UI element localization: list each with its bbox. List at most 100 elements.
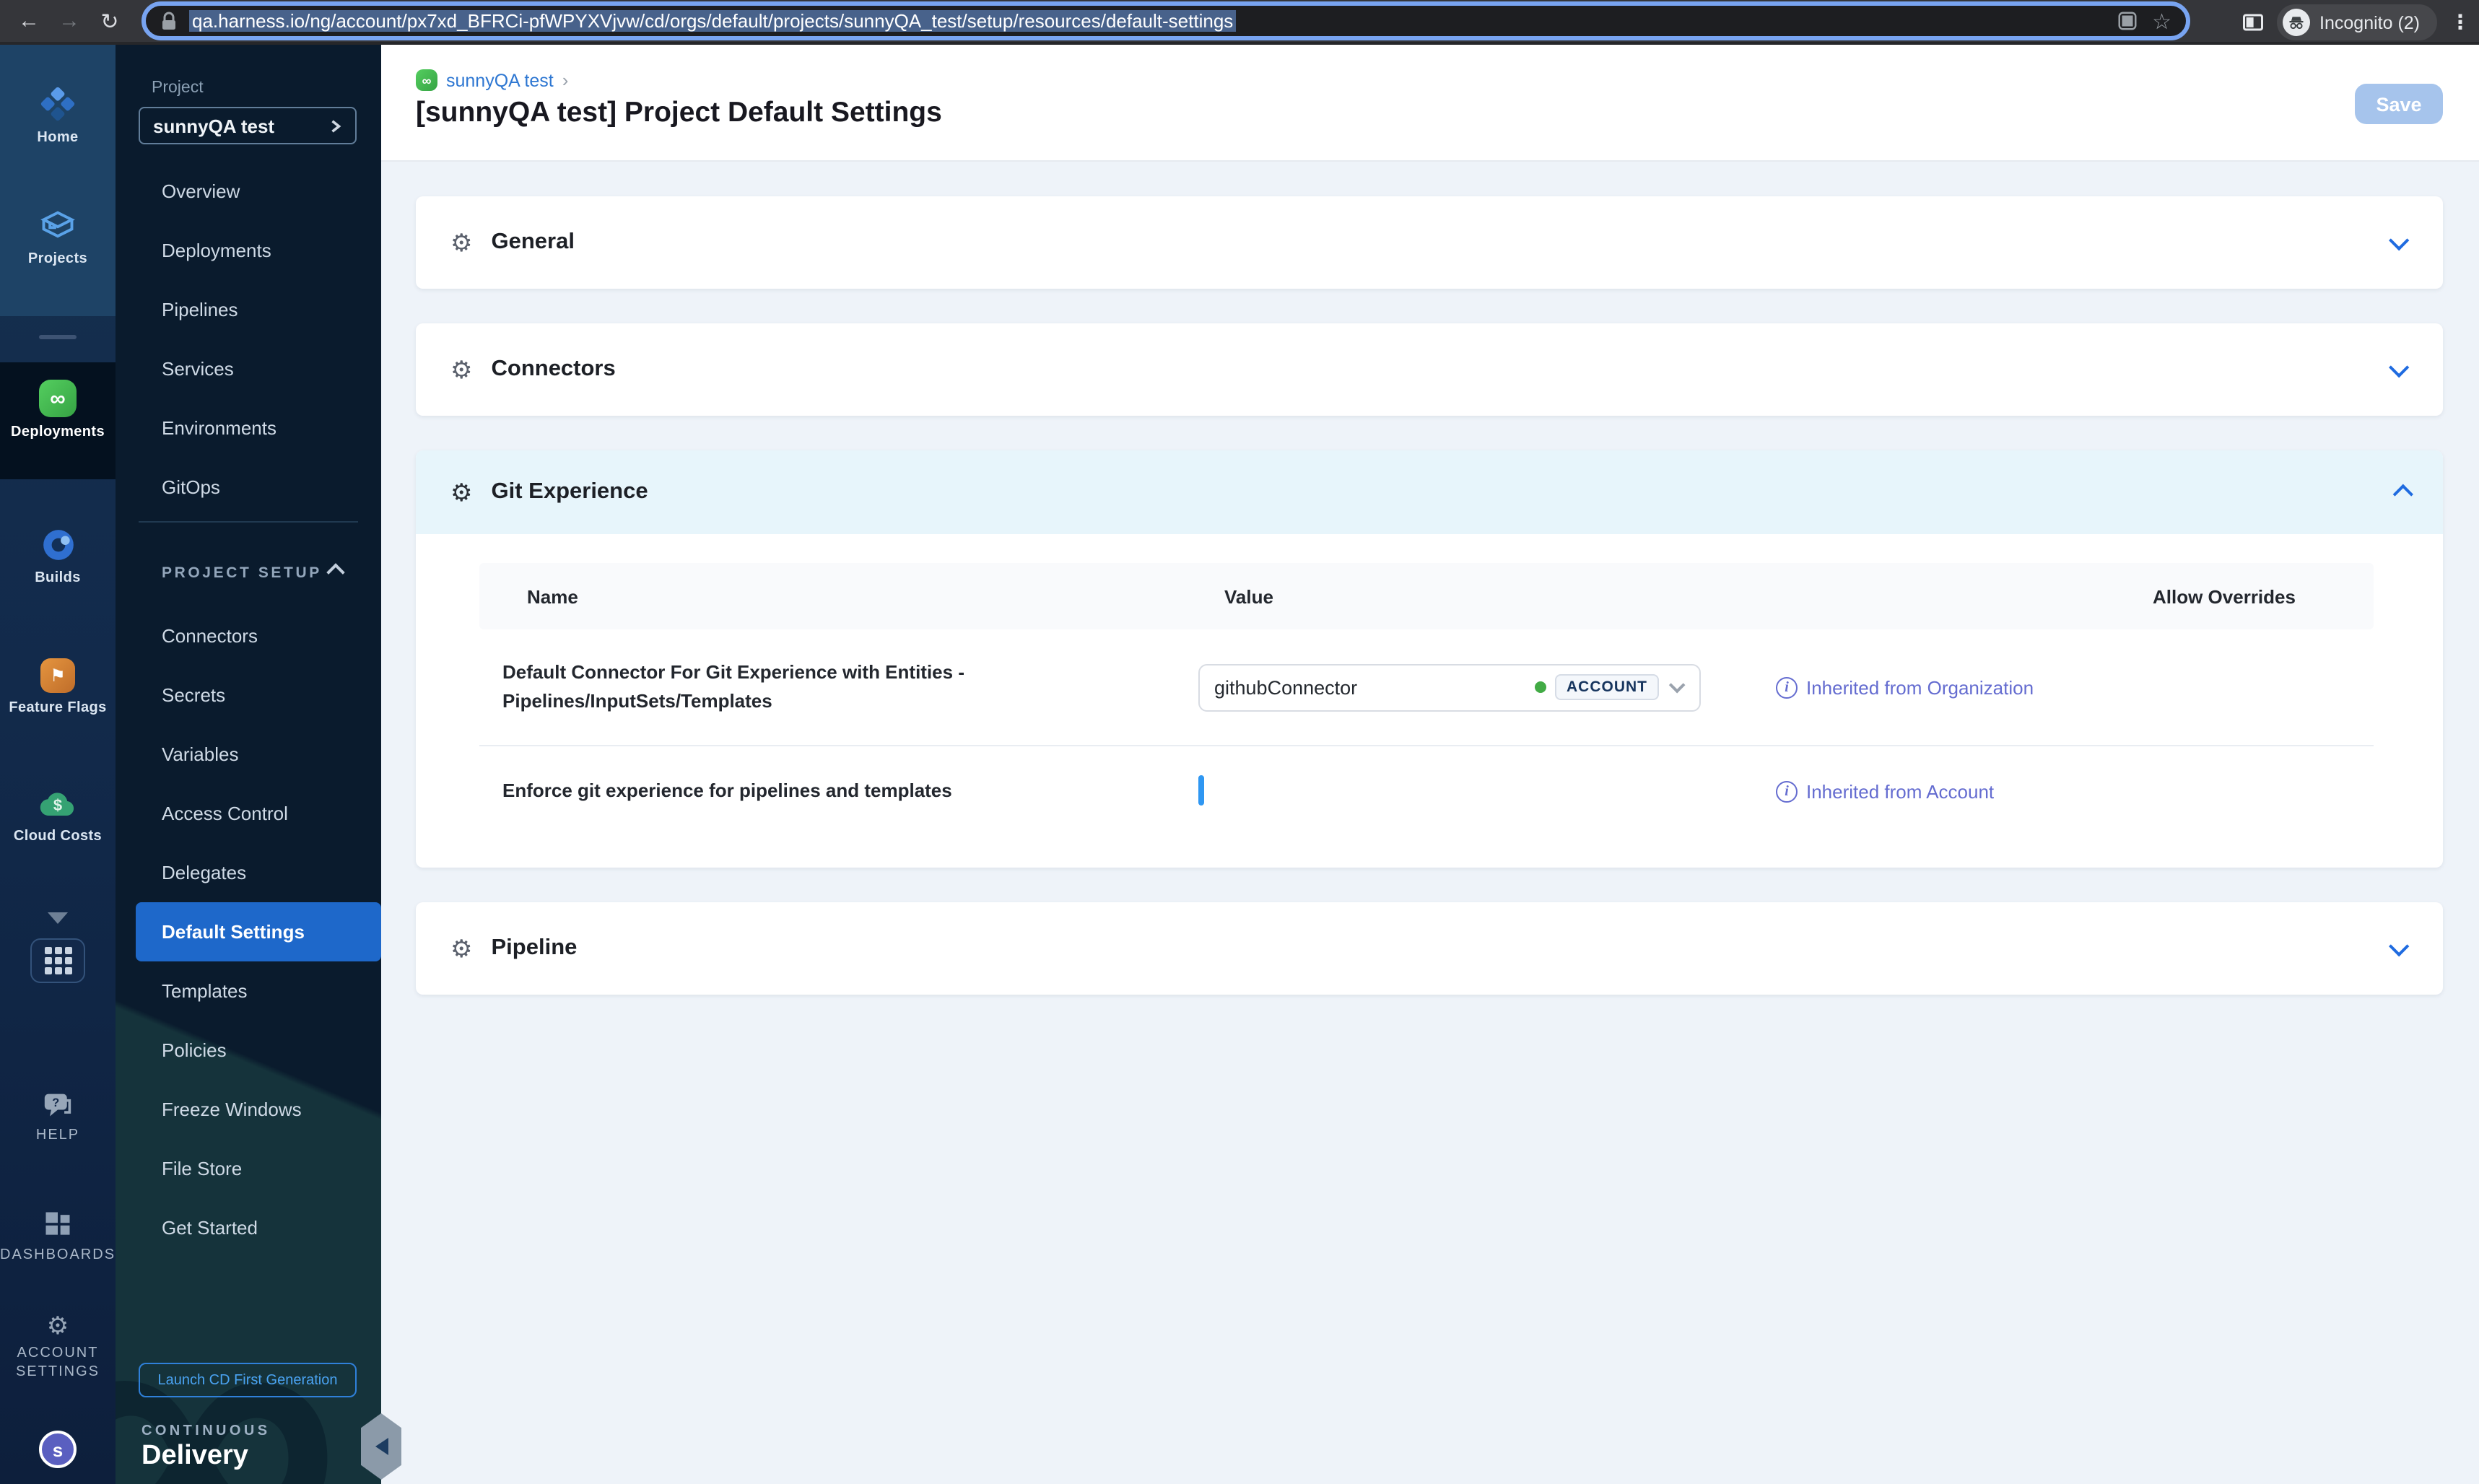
table-header-row: Name Value Allow Overrides bbox=[479, 563, 2374, 629]
sidebar-item-environments[interactable]: Environments bbox=[116, 398, 381, 458]
section-pipeline: ⚙ Pipeline bbox=[416, 902, 2443, 995]
settings-content: ⚙ General ⚙ Connectors ⚙ Git Experience … bbox=[381, 162, 2479, 1484]
rail-collapse-chevron-icon[interactable] bbox=[48, 912, 68, 924]
sidebar-item-pipelines[interactable]: Pipelines bbox=[116, 280, 381, 339]
rail-item-deployments[interactable]: ∞ Deployments bbox=[0, 380, 116, 442]
section-connectors: ⚙ Connectors bbox=[416, 323, 2443, 416]
rail-item-home[interactable]: Home bbox=[0, 85, 116, 148]
rail-item-projects[interactable]: Projects bbox=[0, 206, 116, 269]
home-icon bbox=[39, 85, 77, 123]
sidebar-item-access-control[interactable]: Access Control bbox=[116, 784, 381, 843]
breadcrumb-project-link[interactable]: sunnyQA test bbox=[446, 70, 554, 90]
screen: ← → ↻ qa.harness.io/ng/account/px7xd_BFR… bbox=[0, 0, 2479, 1484]
rail-item-dashboards[interactable]: DASHBOARDS bbox=[0, 1208, 116, 1265]
inherited-link[interactable]: i Inherited from Organization bbox=[1776, 676, 2374, 698]
feature-flags-icon: ⚑ bbox=[40, 658, 75, 693]
module-name: Delivery bbox=[141, 1441, 248, 1471]
sidebar-item-variables[interactable]: Variables bbox=[116, 725, 381, 784]
incognito-icon bbox=[2282, 9, 2310, 36]
module-rail: Home Projects ∞ Deployments Builds ⚑ Fea… bbox=[0, 45, 116, 1484]
info-icon: i bbox=[1776, 676, 1798, 698]
module-picker-button[interactable] bbox=[30, 938, 85, 983]
enforce-git-checkbox[interactable] bbox=[1198, 775, 1204, 806]
column-header-value: Value bbox=[1224, 585, 1273, 607]
column-header-allow-overrides: Allow Overrides bbox=[2153, 585, 2296, 607]
connector-select[interactable]: githubConnector ACCOUNT bbox=[1198, 663, 1701, 711]
section-git-experience-header[interactable]: ⚙ Git Experience bbox=[416, 450, 2443, 534]
sidebar-item-delegates[interactable]: Delegates bbox=[116, 843, 381, 902]
chevron-down-icon[interactable] bbox=[2389, 230, 2410, 251]
chevron-up-icon[interactable] bbox=[2392, 484, 2413, 505]
url-text: qa.harness.io/ng/account/px7xd_BFRCi-pfW… bbox=[189, 10, 2101, 32]
rail-item-help[interactable]: ? HELP bbox=[0, 1091, 116, 1145]
sidebar-item-connectors[interactable]: Connectors bbox=[116, 606, 381, 665]
svg-text:?: ? bbox=[52, 1096, 59, 1109]
browser-forward-button[interactable]: → bbox=[49, 9, 90, 33]
cloud-costs-icon: $ bbox=[38, 787, 78, 821]
save-button[interactable]: Save bbox=[2355, 84, 2443, 124]
section-general: ⚙ General bbox=[416, 196, 2443, 289]
gear-icon: ⚙ bbox=[450, 356, 473, 383]
gear-code-icon: ⚙ bbox=[450, 479, 473, 506]
column-header-name: Name bbox=[527, 585, 578, 607]
sidebar-nav: Overview Deployments Pipelines Services … bbox=[116, 162, 381, 517]
project-setup-header[interactable]: PROJECT SETUP bbox=[116, 553, 381, 593]
sidebar-item-gitops[interactable]: GitOps bbox=[116, 458, 381, 517]
section-general-header[interactable]: ⚙ General bbox=[416, 196, 2443, 289]
browser-toolbar: ← → ↻ qa.harness.io/ng/account/px7xd_BFR… bbox=[0, 0, 2479, 45]
rail-item-feature-flags[interactable]: ⚑ Feature Flags bbox=[0, 658, 116, 718]
sidebar-item-get-started[interactable]: Get Started bbox=[116, 1198, 381, 1257]
gear-icon: ⚙ bbox=[450, 229, 473, 256]
rail-item-account-settings[interactable]: ⚙ ACCOUNT SETTINGS bbox=[0, 1314, 116, 1382]
sidebar-item-secrets[interactable]: Secrets bbox=[116, 665, 381, 725]
inherited-link[interactable]: i Inherited from Account bbox=[1776, 780, 2374, 802]
sidebar-item-freeze-windows[interactable]: Freeze Windows bbox=[116, 1080, 381, 1139]
project-setup-list: Connectors Secrets Variables Access Cont… bbox=[116, 606, 381, 1257]
browser-menu-icon[interactable]: ⋮ bbox=[2450, 10, 2470, 35]
chevron-up-icon bbox=[326, 563, 345, 582]
dashboards-icon bbox=[42, 1208, 74, 1240]
incognito-badge[interactable]: Incognito (2) bbox=[2276, 4, 2437, 40]
sidebar-item-services[interactable]: Services bbox=[116, 339, 381, 398]
bookmark-star-icon[interactable]: ☆ bbox=[2152, 8, 2171, 34]
git-experience-body: Name Value Allow Overrides Default Conne… bbox=[416, 534, 2443, 868]
setting-name: Enforce git experience for pipelines and… bbox=[502, 779, 952, 801]
lock-icon bbox=[160, 11, 178, 31]
sidebar-item-templates[interactable]: Templates bbox=[116, 961, 381, 1021]
sidebar-divider bbox=[139, 521, 358, 523]
chevron-right-icon bbox=[331, 119, 341, 132]
module-kicker: CONTINUOUS bbox=[141, 1423, 271, 1439]
project-sidebar: ∞ Project sunnyQA test Overview Deployme… bbox=[116, 45, 401, 1484]
table-row: Default Connector For Git Experience wit… bbox=[479, 629, 2374, 745]
tab-groups-icon[interactable] bbox=[2116, 10, 2138, 32]
rail-divider bbox=[39, 335, 77, 339]
info-icon: i bbox=[1776, 780, 1798, 802]
chevron-down-icon[interactable] bbox=[2389, 357, 2410, 378]
incognito-label: Incognito (2) bbox=[2319, 12, 2420, 32]
browser-reload-button[interactable]: ↻ bbox=[90, 8, 130, 34]
address-bar[interactable]: qa.harness.io/ng/account/px7xd_BFRCi-pfW… bbox=[141, 1, 2190, 40]
project-selector[interactable]: sunnyQA test bbox=[139, 107, 357, 144]
chevron-right-icon: › bbox=[562, 69, 569, 91]
rail-item-cloud-costs[interactable]: $ Cloud Costs bbox=[0, 787, 116, 847]
split-screen-icon[interactable] bbox=[2241, 12, 2263, 33]
user-avatar[interactable]: s bbox=[39, 1431, 77, 1468]
main-content: ∞ sunnyQA test › [sunnyQA test] Project … bbox=[381, 45, 2479, 1484]
cd-module-icon: ∞ bbox=[416, 69, 437, 91]
page-title: [sunnyQA test] Project Default Settings bbox=[416, 97, 942, 128]
scope-badge: ACCOUNT bbox=[1555, 674, 1659, 700]
sidebar-item-overview[interactable]: Overview bbox=[116, 162, 381, 221]
sidebar-item-policies[interactable]: Policies bbox=[116, 1021, 381, 1080]
sidebar-item-deployments[interactable]: Deployments bbox=[116, 221, 381, 280]
launch-cd-first-gen-button[interactable]: Launch CD First Generation bbox=[139, 1363, 357, 1397]
browser-back-button[interactable]: ← bbox=[9, 9, 49, 33]
deployments-icon: ∞ bbox=[39, 380, 77, 417]
rail-item-builds[interactable]: Builds bbox=[0, 527, 116, 588]
breadcrumb: ∞ sunnyQA test › bbox=[416, 69, 568, 91]
sidebar-item-default-settings[interactable]: Default Settings bbox=[136, 902, 381, 961]
status-dot-icon bbox=[1535, 681, 1546, 693]
section-connectors-header[interactable]: ⚙ Connectors bbox=[416, 323, 2443, 416]
chevron-down-icon[interactable] bbox=[2389, 936, 2410, 957]
sidebar-item-file-store[interactable]: File Store bbox=[116, 1139, 381, 1198]
section-pipeline-header[interactable]: ⚙ Pipeline bbox=[416, 902, 2443, 995]
